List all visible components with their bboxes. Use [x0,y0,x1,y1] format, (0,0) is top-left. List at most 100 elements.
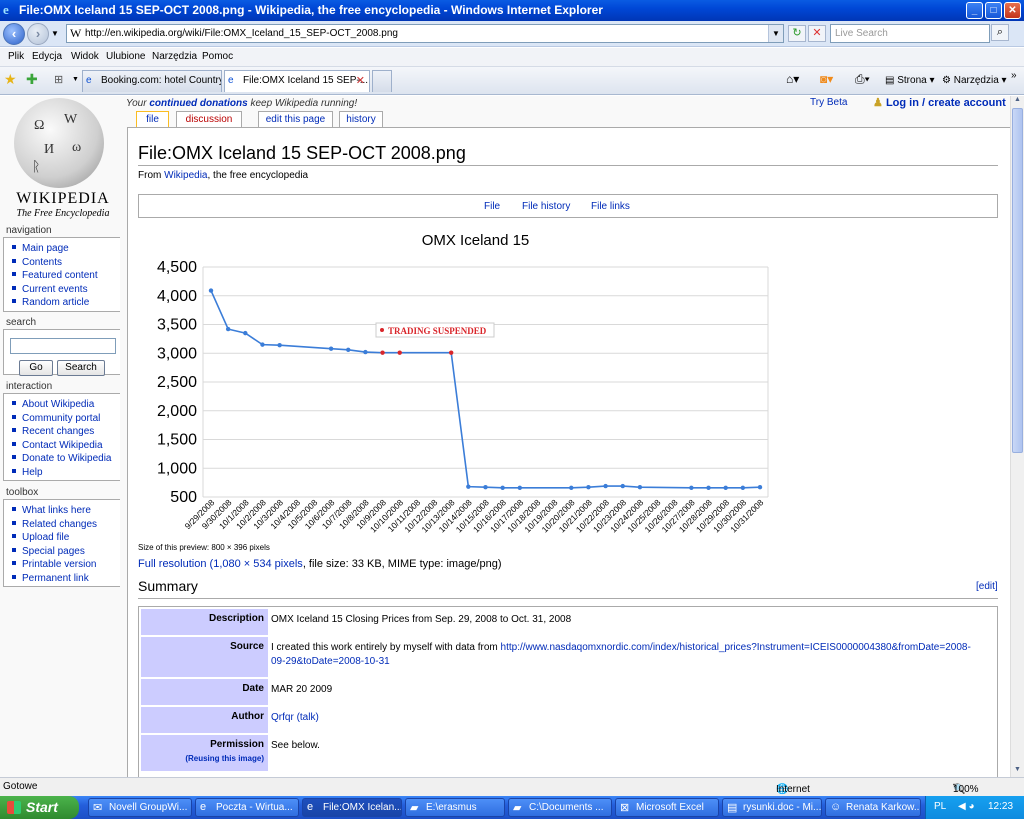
vertical-scrollbar[interactable]: ▲ ▼ [1010,96,1024,777]
minimize-button[interactable]: _ [966,2,983,19]
task-poczta[interactable]: e Poczta - Wirtua... [195,798,299,817]
author-talk-link[interactable]: (talk) [297,712,319,723]
task-word[interactable]: ▤ rysunki.doc - Mi... [722,798,822,817]
menu-view[interactable]: Widok [71,51,99,62]
new-tab-button[interactable] [372,70,392,92]
nav-current-events[interactable]: Current events [10,283,120,297]
scroll-up-icon[interactable]: ▲ [1012,96,1023,107]
live-search-input[interactable]: Live Search [830,24,990,43]
close-button[interactable]: ✕ [1004,2,1021,19]
task-erasmus[interactable]: ▰ E:\erasmus [405,798,505,817]
nav-random-article[interactable]: Random article [10,296,120,310]
scroll-thumb[interactable] [1012,108,1023,453]
tools-menu[interactable]: ⚙ Narzędzia ▾ [942,75,1007,86]
zoom-level[interactable]: 🔍 100% ▾ [953,781,979,795]
tab-edit-this-page[interactable]: edit this page [258,111,333,128]
tab-booking[interactable]: e Booking.com: hotel Country ... [82,70,222,92]
task-renata[interactable]: ☺ Renata Karkow... [825,798,921,817]
tab-wikipedia-file[interactable]: e File:OMX Iceland 15 SEP-... ✕ [224,70,370,92]
omx-chart[interactable]: OMX Iceland 15 4,500 4,000 3,500 3,000 2,500 2… [138,223,778,539]
try-beta-link[interactable]: Try Beta [810,97,847,108]
full-resolution-info: , file size: 33 KB, MIME type: image/png… [302,558,502,570]
stop-icon[interactable]: ✕ [808,25,826,42]
full-resolution-link[interactable]: Full resolution [138,558,206,570]
history-dropdown-icon[interactable]: ▼ [51,29,59,38]
suspended-point [397,350,402,355]
task-groupwise[interactable]: ✉ Novell GroupWi... [88,798,192,817]
community-portal-link[interactable]: Community portal [10,412,120,426]
refresh-icon[interactable]: ↻ [788,25,806,42]
start-button[interactable]: Start [0,796,79,819]
rss-feed-icon[interactable]: ◙▾ [820,72,833,86]
related-changes-link[interactable]: Related changes [10,518,120,532]
address-dropdown-icon[interactable]: ▼ [768,25,783,42]
quick-tabs-icon[interactable]: ⊞ [54,73,63,86]
wiki-search-input[interactable] [10,338,116,354]
contact-wikipedia-link[interactable]: Contact Wikipedia [10,439,120,453]
reusing-image-link[interactable]: (Reusing this image) [141,754,264,763]
folder-icon: ▰ [410,802,419,814]
nav-contents[interactable]: Contents [10,256,120,270]
summary-edit-link[interactable]: [edit] [976,581,998,592]
add-favorites-icon[interactable]: ✚ [26,71,38,88]
about-wikipedia-link[interactable]: About Wikipedia [10,398,120,412]
toc-file-links-link[interactable]: File links [591,201,630,212]
login-link[interactable]: ♟ Log in / create account [873,96,1006,109]
address-url[interactable]: http://en.wikipedia.org/wiki/File:OMX_Ic… [85,28,398,39]
what-links-here-link[interactable]: What links here [10,504,120,518]
suspended-point [380,350,385,355]
print-icon[interactable]: ⎙▾ [855,72,870,87]
recent-changes-link[interactable]: Recent changes [10,425,120,439]
tab-discussion[interactable]: discussion [176,111,242,128]
task-excel[interactable]: ⊠ Microsoft Excel [615,798,719,817]
data-point [569,485,574,490]
maximize-button[interactable]: □ [985,2,1002,19]
language-indicator[interactable]: PL [934,801,946,812]
task-label: Novell GroupWi... [109,802,188,813]
tab-file[interactable]: file [136,111,169,128]
search-go-icon[interactable]: ⌕ [991,24,1009,41]
tray-icons[interactable]: ◀ ◕ [958,801,975,812]
nav-main-page[interactable]: Main page [10,242,120,256]
search-button[interactable]: Search [57,360,105,376]
task-documents[interactable]: ▰ C:\Documents ... [508,798,612,817]
menu-tools[interactable]: Narzędzia [152,51,197,62]
toc-file-link[interactable]: File [484,201,500,212]
y-tick-label: 4,500 [157,259,197,276]
subtitle-wikipedia-link[interactable]: Wikipedia [164,170,207,181]
close-tab-icon[interactable]: ✕ [356,74,365,87]
y-tick-label: 3,000 [157,345,197,362]
task-wikipedia[interactable]: e File:OMX Icelan... [302,798,402,817]
special-pages-link[interactable]: Special pages [10,545,120,559]
favorites-star-icon[interactable]: ★ [4,71,17,88]
author-link[interactable]: Qrfqr [271,712,294,723]
printable-version-link[interactable]: Printable version [10,558,120,572]
toc-file-history-link[interactable]: File history [522,201,570,212]
back-button[interactable]: ‹ [3,23,25,45]
menu-edit[interactable]: Edycja [32,51,62,62]
tab-history[interactable]: history [339,111,383,128]
data-point [328,346,334,351]
address-bar[interactable]: W http://en.wikipedia.org/wiki/File:OMX_… [66,24,784,43]
page-menu[interactable]: ▤ Strona ▾ [885,75,935,86]
menu-bar: Plik Edycja Widok Ulubione Narzędzia Pom… [0,48,1024,67]
menu-help[interactable]: Pomoc [202,51,233,62]
forward-button[interactable]: › [27,23,49,45]
permanent-link[interactable]: Permanent link [10,572,120,586]
toolbar-overflow-icon[interactable]: » [1011,70,1017,81]
wikipedia-logo[interactable]: Ω W И ω ᚱ WIKIPEDIA The Free Encyclopedi… [8,98,118,223]
upload-file-link[interactable]: Upload file [10,531,120,545]
help-link[interactable]: Help [10,466,120,480]
tab-list-dropdown-icon[interactable]: ▼ [72,76,79,83]
chart-background [138,223,778,539]
nav-featured-content[interactable]: Featured content [10,269,120,283]
menu-favorites[interactable]: Ulubione [106,51,145,62]
home-icon[interactable]: ⌂▾ [786,72,799,86]
y-tick-label: 2,000 [157,403,197,420]
donate-link[interactable]: Donate to Wikipedia [10,452,120,466]
scroll-down-icon[interactable]: ▼ [1012,766,1023,777]
summary-divider [138,598,998,599]
go-button[interactable]: Go [19,360,53,376]
menu-file[interactable]: Plik [8,51,24,62]
donate-link[interactable]: continued donations [149,98,247,109]
